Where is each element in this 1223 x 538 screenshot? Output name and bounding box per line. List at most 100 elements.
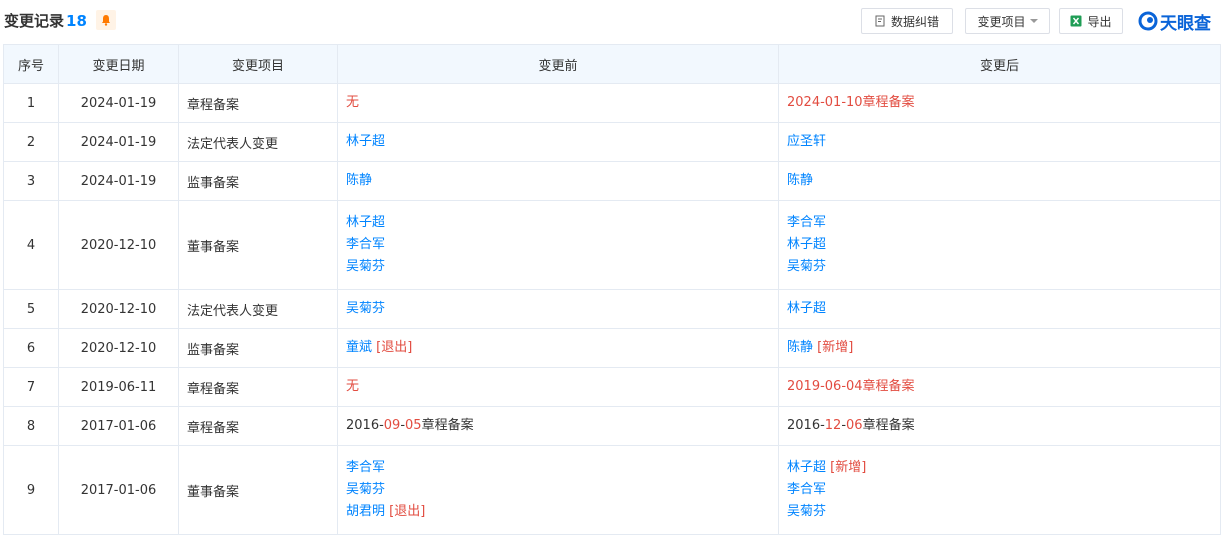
change-text: 06 bbox=[846, 418, 863, 433]
tianyancha-logo[interactable]: 天眼查 bbox=[1138, 9, 1211, 34]
after-line: 陈静 bbox=[787, 170, 1220, 192]
report-error-label: 数据纠错 bbox=[890, 14, 939, 29]
cell-no: 3 bbox=[3, 161, 59, 201]
report-error-button[interactable]: 数据纠错 bbox=[861, 8, 953, 34]
cell-no: 5 bbox=[3, 289, 59, 329]
after-line: 林子超 [新增] bbox=[787, 457, 1220, 479]
column-header-no: 序号 bbox=[3, 44, 59, 84]
person-link[interactable]: 吴菊芬 bbox=[346, 482, 385, 497]
logo-icon bbox=[1138, 11, 1158, 31]
person-link[interactable]: 陈静 bbox=[787, 340, 813, 355]
change-text: [新增] bbox=[826, 460, 867, 475]
person-link[interactable]: 李合军 bbox=[346, 237, 385, 252]
person-link[interactable]: 吴菊芬 bbox=[346, 259, 385, 274]
cell-date: 2020-12-10 bbox=[58, 328, 179, 368]
person-link[interactable]: 李合军 bbox=[787, 215, 826, 230]
table-header-row: 序号 变更日期 变更项目 变更前 变更后 bbox=[3, 44, 1221, 84]
change-text: [退出] bbox=[372, 340, 413, 355]
table-row: 2 2024-01-19 法定代表人变更 林子超 应圣轩 bbox=[3, 122, 1221, 162]
record-count: 18 bbox=[66, 12, 87, 30]
after-line: 应圣轩 bbox=[787, 131, 1220, 153]
cell-no: 1 bbox=[3, 83, 59, 123]
logo-text: 天眼查 bbox=[1160, 13, 1211, 34]
change-item-filter-label: 变更项目 bbox=[977, 14, 1026, 29]
cell-item: 章程备案 bbox=[178, 367, 338, 407]
cell-item: 法定代表人变更 bbox=[178, 289, 338, 329]
cell-after: 林子超 [新增] 李合军 吴菊芬 bbox=[778, 445, 1221, 535]
before-line: 李合军 bbox=[346, 234, 778, 256]
column-header-item: 变更项目 bbox=[178, 44, 338, 84]
person-link[interactable]: 吴菊芬 bbox=[346, 301, 385, 316]
after-line: 林子超 bbox=[787, 298, 1220, 320]
cell-no: 2 bbox=[3, 122, 59, 162]
cell-no: 9 bbox=[3, 445, 59, 535]
cell-date: 2024-01-19 bbox=[58, 161, 179, 201]
before-line: 李合军 bbox=[346, 457, 778, 479]
cell-after: 李合军 林子超 吴菊芬 bbox=[778, 200, 1221, 290]
cell-no: 4 bbox=[3, 200, 59, 290]
cell-after: 2016-12-06章程备案 bbox=[778, 406, 1221, 446]
cell-before: 2016-09-05章程备案 bbox=[337, 406, 779, 446]
cell-before: 吴菊芬 bbox=[337, 289, 779, 329]
after-line: 李合军 bbox=[787, 479, 1220, 501]
person-link[interactable]: 李合军 bbox=[787, 482, 826, 497]
change-records-table: 序号 变更日期 变更项目 变更前 变更后 1 2024-01-19 章程备案无 202… bbox=[3, 44, 1221, 535]
before-line: 无 bbox=[346, 92, 778, 114]
cell-item: 董事备案 bbox=[178, 200, 338, 290]
cell-item: 监事备案 bbox=[178, 161, 338, 201]
after-line: 陈静 [新增] bbox=[787, 337, 1220, 359]
person-link[interactable]: 林子超 bbox=[787, 301, 826, 316]
cell-no: 8 bbox=[3, 406, 59, 446]
change-text: 章程备案 bbox=[421, 418, 474, 433]
bell-icon[interactable] bbox=[96, 10, 116, 30]
person-link[interactable]: 吴菊芬 bbox=[787, 504, 826, 519]
cell-date: 2017-01-06 bbox=[58, 406, 179, 446]
cell-item: 章程备案 bbox=[178, 83, 338, 123]
before-line: 童斌 [退出] bbox=[346, 337, 778, 359]
person-link[interactable]: 林子超 bbox=[346, 215, 385, 230]
cell-no: 6 bbox=[3, 328, 59, 368]
table-row: 3 2024-01-19 监事备案 陈静 陈静 bbox=[3, 161, 1221, 201]
after-line: 李合军 bbox=[787, 212, 1220, 234]
cell-after: 2019-06-04章程备案 bbox=[778, 367, 1221, 407]
cell-item: 法定代表人变更 bbox=[178, 122, 338, 162]
cell-date: 2020-12-10 bbox=[58, 200, 179, 290]
before-line: 吴菊芬 bbox=[346, 298, 778, 320]
cell-before: 无 bbox=[337, 83, 779, 123]
before-line: 陈静 bbox=[346, 170, 778, 192]
person-link[interactable]: 应圣轩 bbox=[787, 134, 826, 149]
change-text: 2016- bbox=[787, 418, 825, 433]
title-text: 变更记录 bbox=[4, 12, 65, 30]
after-line: 林子超 bbox=[787, 234, 1220, 256]
cell-item: 监事备案 bbox=[178, 328, 338, 368]
change-text: 12 bbox=[824, 418, 842, 433]
cell-after: 林子超 bbox=[778, 289, 1221, 329]
person-link[interactable]: 李合军 bbox=[346, 460, 385, 475]
excel-icon bbox=[1070, 15, 1082, 27]
person-link[interactable]: 陈静 bbox=[346, 173, 372, 188]
person-link[interactable]: 胡君明 bbox=[346, 504, 385, 519]
column-header-date: 变更日期 bbox=[58, 44, 179, 84]
person-link[interactable]: 童斌 bbox=[346, 340, 372, 355]
cell-after: 2024-01-10章程备案 bbox=[778, 83, 1221, 123]
export-button[interactable]: 导出 bbox=[1059, 8, 1123, 34]
cell-before: 林子超 bbox=[337, 122, 779, 162]
change-text: 2024-01-10章程备案 bbox=[787, 95, 915, 110]
before-line: 2016-09-05章程备案 bbox=[346, 415, 778, 437]
person-link[interactable]: 林子超 bbox=[346, 134, 385, 149]
person-link[interactable]: 林子超 bbox=[787, 237, 826, 252]
after-line: 2016-12-06章程备案 bbox=[787, 415, 1220, 437]
person-link[interactable]: 林子超 bbox=[787, 460, 826, 475]
cell-date: 2020-12-10 bbox=[58, 289, 179, 329]
change-text: 无 bbox=[346, 379, 360, 394]
cell-before: 无 bbox=[337, 367, 779, 407]
cell-before: 陈静 bbox=[337, 161, 779, 201]
table-row: 7 2019-06-11 章程备案无 2019-06-04章程备案 bbox=[3, 367, 1221, 407]
person-link[interactable]: 陈静 bbox=[787, 173, 813, 188]
cell-date: 2024-01-19 bbox=[58, 83, 179, 123]
person-link[interactable]: 吴菊芬 bbox=[787, 259, 826, 274]
change-item-filter[interactable]: 变更项目 bbox=[965, 8, 1050, 34]
cell-date: 2024-01-19 bbox=[58, 122, 179, 162]
table-row: 6 2020-12-10 监事备案 童斌 [退出] 陈静 [新增] bbox=[3, 328, 1221, 368]
cell-item: 章程备案 bbox=[178, 406, 338, 446]
